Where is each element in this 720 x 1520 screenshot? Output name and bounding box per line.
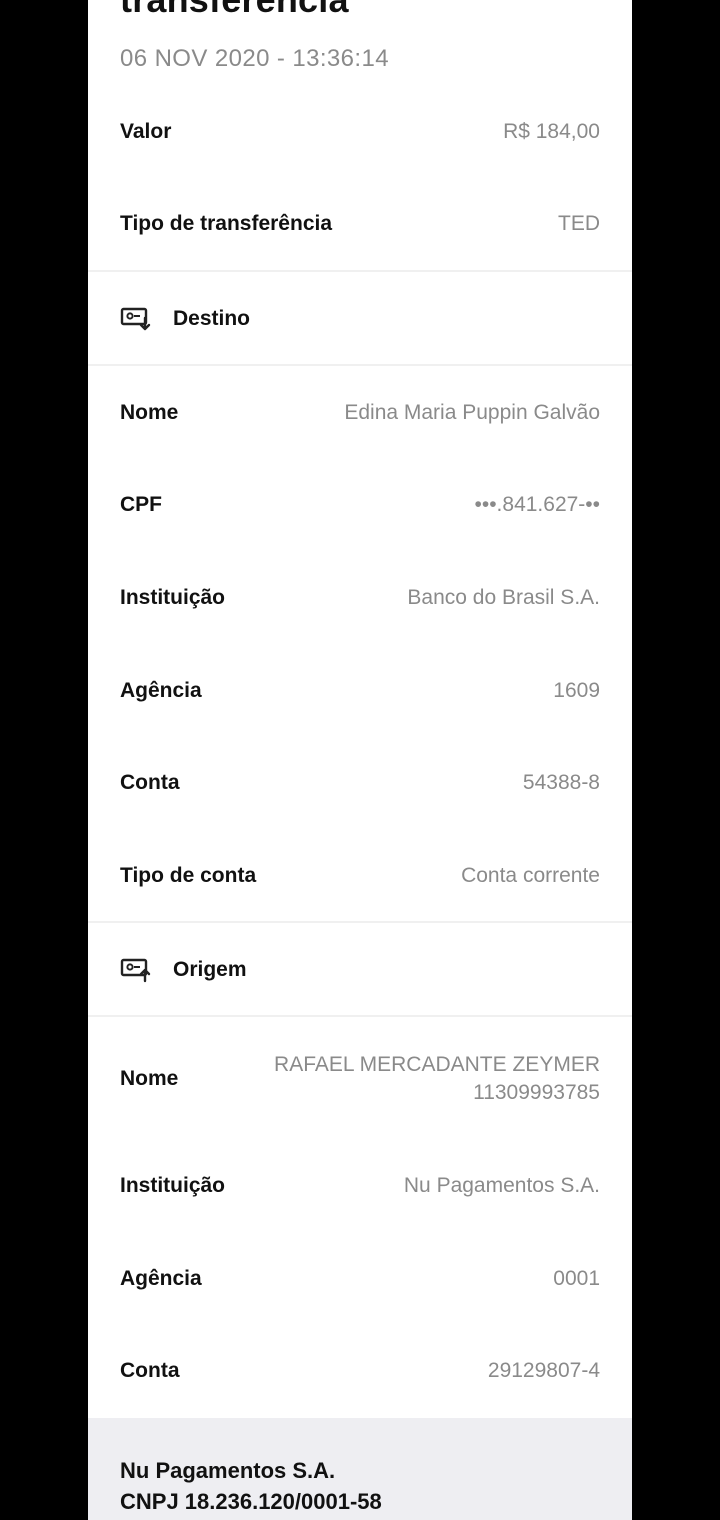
destino-nome-row: Nome Edina Maria Puppin Galvão <box>88 389 632 437</box>
screen-arrow-down-icon <box>120 306 152 332</box>
valor-row: Valor R$ 184,00 <box>88 108 632 156</box>
valor-value: R$ 184,00 <box>503 120 600 143</box>
screen-arrow-up-icon <box>120 957 152 983</box>
divider <box>88 364 632 366</box>
destino-nome-value: Edina Maria Puppin Galvão <box>344 401 600 424</box>
destino-cpf-value: •••.841.627-•• <box>474 493 601 516</box>
destino-instituicao-value: Banco do Brasil S.A. <box>407 586 600 609</box>
destino-tipo-conta-row: Tipo de conta Conta corrente <box>88 852 632 900</box>
destino-section-header: Destino <box>88 292 632 346</box>
origem-instituicao-row: Instituição Nu Pagamentos S.A. <box>88 1162 632 1210</box>
destino-cpf-label: CPF <box>120 493 162 516</box>
origem-conta-label: Conta <box>120 1359 180 1382</box>
destino-section-label: Destino <box>173 307 251 330</box>
valor-label: Valor <box>120 120 172 143</box>
destino-instituicao-row: Instituição Banco do Brasil S.A. <box>88 574 632 622</box>
origem-instituicao-label: Instituição <box>120 1174 226 1197</box>
page-title: transferência <box>120 0 349 22</box>
destino-agencia-row: Agência 1609 <box>88 667 632 715</box>
origem-section-label: Origem <box>173 958 247 981</box>
destino-conta-row: Conta 54388-8 <box>88 759 632 807</box>
destino-nome-label: Nome <box>120 401 179 424</box>
origem-nome-value: RAFAEL MERCADANTE ZEYMER 11309993785 <box>274 1051 600 1107</box>
transfer-receipt: transferência 06 NOV 2020 - 13:36:14 Val… <box>88 0 632 1520</box>
origem-agencia-row: Agência 0001 <box>88 1255 632 1303</box>
tipo-transferencia-value: TED <box>558 212 600 235</box>
destino-tipo-conta-label: Tipo de conta <box>120 864 257 887</box>
destino-instituicao-label: Instituição <box>120 586 226 609</box>
origem-agencia-label: Agência <box>120 1267 202 1290</box>
origem-section-header: Origem <box>88 943 632 997</box>
footer-cnpj: CNPJ 18.236.120/0001-58 <box>120 1489 382 1514</box>
origem-conta-row: Conta 29129807-4 <box>88 1347 632 1395</box>
transfer-datetime: 06 NOV 2020 - 13:36:14 <box>120 45 389 72</box>
destino-agencia-value: 1609 <box>553 679 600 702</box>
origem-nome-label: Nome <box>120 1067 179 1090</box>
divider <box>88 921 632 923</box>
origem-nome-row: Nome RAFAEL MERCADANTE ZEYMER 1130999378… <box>88 1044 632 1114</box>
divider <box>88 1015 632 1017</box>
destino-tipo-conta-value: Conta corrente <box>461 864 600 887</box>
receipt-footer: Nu Pagamentos S.A. CNPJ 18.236.120/0001-… <box>88 1418 632 1520</box>
tipo-transferencia-label: Tipo de transferência <box>120 212 333 235</box>
origem-agencia-value: 0001 <box>553 1267 600 1290</box>
destino-conta-label: Conta <box>120 771 180 794</box>
origem-nome-value-line1: RAFAEL MERCADANTE ZEYMER <box>274 1053 600 1076</box>
origem-nome-value-line2: 11309993785 <box>473 1081 600 1104</box>
footer-company: Nu Pagamentos S.A. <box>120 1458 336 1483</box>
origem-instituicao-value: Nu Pagamentos S.A. <box>403 1174 600 1197</box>
divider <box>88 270 632 272</box>
origem-conta-value: 29129807-4 <box>487 1359 600 1382</box>
destino-conta-value: 54388-8 <box>522 771 600 794</box>
destino-agencia-label: Agência <box>120 679 202 702</box>
destino-cpf-row: CPF •••.841.627-•• <box>88 481 632 529</box>
tipo-transferencia-row: Tipo de transferência TED <box>88 200 632 248</box>
